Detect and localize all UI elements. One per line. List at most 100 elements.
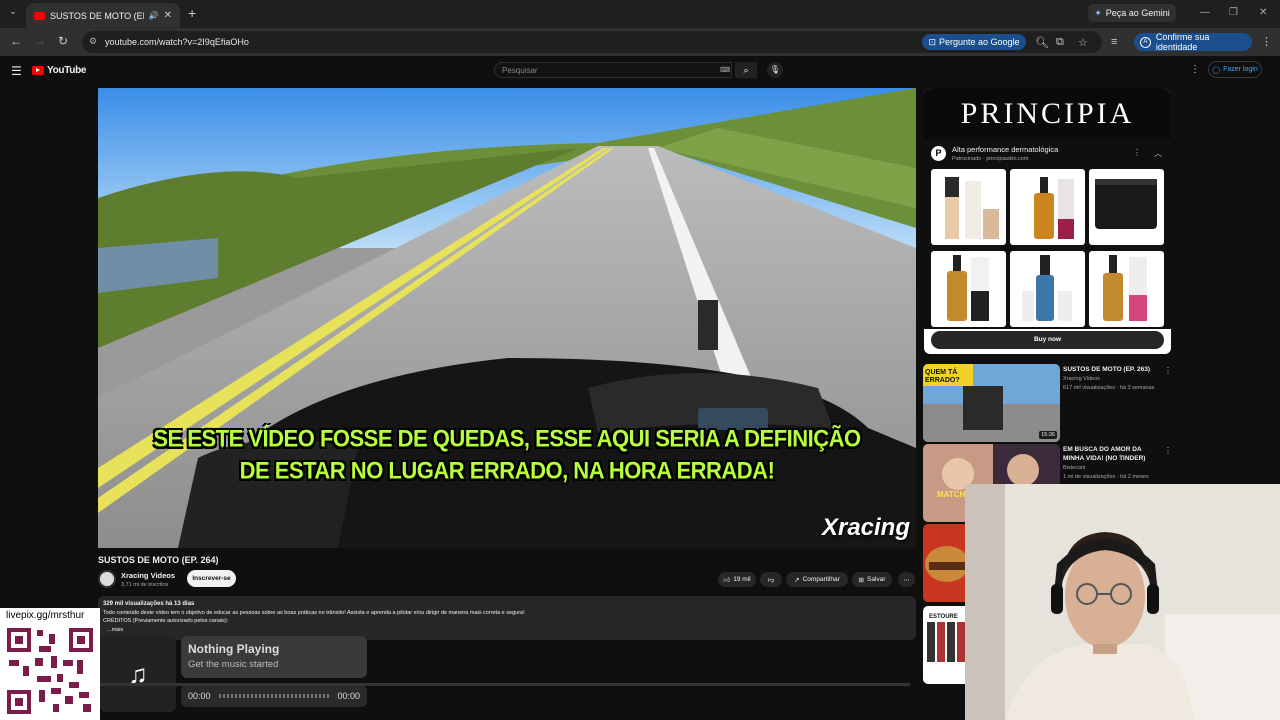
product-image[interactable] bbox=[1089, 169, 1164, 245]
browser-tab[interactable]: SUSTOS DE MOTO (EP. 264) 🔊 ✕ bbox=[26, 3, 180, 28]
gemini-button[interactable]: ✦ Peça ao Gemini bbox=[1088, 4, 1176, 22]
save-button[interactable]: ⊞ Salvar bbox=[852, 572, 892, 587]
new-tab-button[interactable]: + bbox=[188, 5, 196, 21]
recommendation-thumbnail[interactable]: QUEM TÁ ERRADO? 15:36 bbox=[923, 364, 1060, 442]
youtube-play-icon bbox=[32, 66, 44, 75]
reading-list-icon[interactable]: ≡ bbox=[1111, 36, 1117, 48]
qr-label: livepix.gg/mrsthur bbox=[6, 610, 85, 621]
recommendation-channel: Bisteconi bbox=[1063, 465, 1086, 471]
recommendation-menu-icon[interactable]: ⋮ bbox=[1164, 366, 1172, 375]
ask-google-button[interactable]: ⊡ Pergunte ao Google bbox=[922, 34, 1026, 50]
search-button[interactable]: ⌕ bbox=[735, 62, 757, 78]
music-note-icon: ♫ bbox=[100, 636, 176, 712]
description-box[interactable]: 329 mil visualizações há 13 dias Todo co… bbox=[98, 596, 916, 640]
youtube-logo[interactable]: YouTube bbox=[32, 65, 87, 76]
recommendation-meta: 1 mi de visualizações · há 2 meses bbox=[1063, 474, 1149, 480]
tab-search-icon[interactable]: ⌄ bbox=[6, 6, 20, 20]
close-tab-icon[interactable]: ✕ bbox=[164, 10, 172, 21]
restore-icon[interactable]: ❐ bbox=[1229, 7, 1238, 18]
share-button[interactable]: ↗ Compartilhar bbox=[786, 572, 848, 587]
subscriber-count: 3,71 mi de inscritos bbox=[121, 582, 169, 588]
now-playing-subtitle: Get the music started bbox=[188, 659, 279, 670]
share-label: Compartilhar bbox=[802, 576, 840, 583]
show-more-link[interactable]: ...mais bbox=[103, 626, 911, 635]
profile-avatar-icon: A bbox=[1140, 36, 1151, 48]
back-icon[interactable]: ← bbox=[10, 34, 22, 48]
user-circle-icon: ◯ bbox=[1212, 66, 1221, 74]
product-image[interactable] bbox=[1010, 251, 1085, 327]
more-icon: ⋯ bbox=[903, 576, 910, 584]
ad-sponsored: Patrocinado · principiaskin.com bbox=[952, 156, 1029, 162]
minimize-icon[interactable]: — bbox=[1200, 7, 1210, 18]
music-widget: ♫ Nothing Playing Get the music started … bbox=[100, 636, 368, 720]
save-icon: ⊞ bbox=[858, 576, 864, 584]
settings-menu-icon[interactable]: ⋮ bbox=[1190, 64, 1200, 75]
product-image[interactable] bbox=[1089, 251, 1164, 327]
login-label: Fazer login bbox=[1223, 66, 1258, 73]
credits-text: CRÉDITOS (Previamente autorizado pelos c… bbox=[103, 618, 229, 624]
xracing-watermark: Xracing bbox=[821, 514, 910, 541]
browser-menu-icon[interactable]: ⋮ bbox=[1261, 35, 1272, 48]
voice-search-button[interactable]: 🎙 bbox=[767, 62, 783, 78]
time-start: 00:00 bbox=[188, 691, 211, 701]
bookmark-star-icon[interactable]: ☆ bbox=[1078, 36, 1088, 49]
recommendation-meta: 617 mil visualizações · há 3 semanas bbox=[1063, 385, 1155, 391]
login-button[interactable]: ◯ Fazer login bbox=[1208, 61, 1262, 78]
recommendation-title: EM BUSCA DO AMOR DA MINHA VIDA! (NO TIND… bbox=[1063, 446, 1146, 462]
thumbs-down-icon: 👎︎ bbox=[767, 576, 775, 584]
gemini-label: Peça ao Gemini bbox=[1105, 8, 1170, 18]
ad-brand: PRINCIPIA bbox=[924, 89, 1171, 139]
channel-name[interactable]: Xracing Videos bbox=[121, 571, 175, 580]
more-actions-button[interactable]: ⋯ bbox=[898, 572, 915, 587]
like-button[interactable]: 👍︎ 19 mil bbox=[718, 572, 756, 587]
now-playing-card: Nothing Playing Get the music started bbox=[181, 636, 367, 678]
dislike-button[interactable]: 👎︎ bbox=[760, 572, 782, 587]
ad-menu-icon[interactable]: ⋮ bbox=[1133, 148, 1141, 157]
description-text: Todo conteúdo deste vídeo tem o objetivo… bbox=[103, 609, 525, 616]
progress-bar bbox=[218, 694, 330, 698]
address-toolbar: ← → ↻ ⚙ youtube.com/watch?v=2I9qEfiaOHo bbox=[0, 28, 1280, 56]
recommendation-item[interactable]: QUEM TÁ ERRADO? 15:36 SUSTOS DE MOTO (EP… bbox=[923, 364, 1173, 442]
thumbnail-text: MATCH bbox=[937, 490, 966, 499]
recommendation-menu-icon[interactable]: ⋮ bbox=[1164, 446, 1172, 455]
close-window-icon[interactable]: ✕ bbox=[1259, 7, 1267, 18]
product-image[interactable] bbox=[931, 251, 1006, 327]
speaker-icon[interactable]: 🔊 bbox=[149, 11, 159, 20]
site-info-icon[interactable]: ⚙ bbox=[89, 36, 97, 47]
product-image[interactable] bbox=[931, 169, 1006, 245]
search-input[interactable]: Pesquisar bbox=[494, 62, 732, 78]
subscribe-button[interactable]: Inscrever-se bbox=[187, 570, 236, 587]
collapse-chevron-icon[interactable]: ︿ bbox=[1154, 148, 1162, 159]
share-icon: ↗ bbox=[794, 576, 800, 584]
buy-now-button[interactable]: Buy now bbox=[931, 331, 1164, 349]
video-player[interactable]: SE ESTE VÍDEO FOSSE DE QUEDAS, ESSE AQUI… bbox=[98, 88, 916, 548]
tab-title: SUSTOS DE MOTO (EP. 264) bbox=[50, 10, 144, 21]
reload-icon[interactable]: ↻ bbox=[58, 34, 68, 48]
now-playing-title: Nothing Playing bbox=[188, 642, 280, 656]
product-image[interactable] bbox=[1010, 169, 1085, 245]
install-icon[interactable]: ⧉ bbox=[1056, 36, 1064, 49]
zoom-icon[interactable]: 🔍︎ bbox=[1035, 36, 1049, 49]
identity-button[interactable]: A Confirme sua identidade bbox=[1134, 32, 1252, 52]
youtube-logo-text: YouTube bbox=[47, 65, 87, 76]
product-grid bbox=[924, 169, 1171, 329]
webcam-overlay bbox=[965, 484, 1280, 720]
youtube-favicon-icon bbox=[34, 11, 45, 20]
view-count: 329 mil visualizações há 13 dias bbox=[103, 601, 195, 607]
keyboard-icon[interactable]: ⌨ bbox=[720, 66, 730, 74]
save-label: Salvar bbox=[867, 576, 886, 583]
recommendation-channel: Xracing Videos bbox=[1063, 376, 1100, 382]
page-scroll-strip bbox=[100, 683, 910, 686]
sidebar-ad[interactable]: PRINCIPIA P Alta performance dermatológi… bbox=[924, 89, 1171, 354]
subtitle-line-1: SE ESTE VÍDEO FOSSE DE QUEDAS, ESSE AQUI… bbox=[153, 424, 861, 453]
ad-tagline: Alta performance dermatológica bbox=[952, 145, 1059, 154]
webcam-feed bbox=[965, 484, 1280, 720]
lens-icon: ⊡ bbox=[928, 36, 936, 47]
youtube-header: ☰ YouTube Pesquisar ⌨ ⌕ 🎙 ⋮ ◯ Fazer logi… bbox=[0, 56, 1280, 84]
hamburger-menu-icon[interactable]: ☰ bbox=[11, 64, 22, 78]
forward-icon[interactable]: → bbox=[34, 34, 46, 48]
recommendation-title: SUSTOS DE MOTO (EP. 263) bbox=[1063, 366, 1151, 373]
video-duration: 15:36 bbox=[1039, 431, 1057, 439]
channel-avatar[interactable] bbox=[98, 570, 116, 588]
url-text: youtube.com/watch?v=2I9qEfiaOHo bbox=[105, 37, 249, 47]
